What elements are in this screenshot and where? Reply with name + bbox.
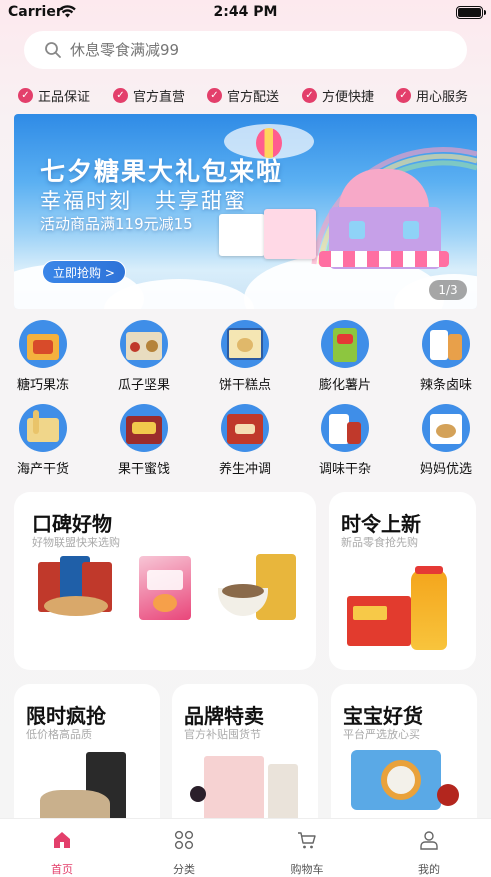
check-icon: ✓ <box>302 88 317 103</box>
guarantee-label: 官方直营 <box>133 90 186 105</box>
card-subtitle: 低价格高品质 <box>26 728 92 741</box>
tab-label: 购物车 <box>290 863 324 876</box>
card-subtitle: 新品零食抢先购 <box>341 536 418 549</box>
guarantee-row: ✓ 正品保证 ✓ 官方直营 ✓ 官方配送 ✓ 方便快捷 ✓ 用心服务 <box>0 86 491 106</box>
card-pinpai[interactable]: 品牌特卖 官方补贴囤货节 <box>172 684 318 834</box>
health-drink-icon <box>221 404 269 452</box>
nuts-icon <box>120 320 168 368</box>
product-image <box>218 554 300 624</box>
tab-cart[interactable]: 购物车 <box>267 819 347 877</box>
candy-house-illustration <box>319 169 449 279</box>
search-bar[interactable] <box>24 31 467 69</box>
category-label: 养生冲调 <box>218 462 271 477</box>
category-item[interactable]: 果干蜜饯 <box>104 404 184 477</box>
biscuit-icon <box>221 320 269 368</box>
guarantee-label: 方便快捷 <box>322 90 375 105</box>
category-label: 膨化薯片 <box>318 378 371 393</box>
category-item[interactable]: 饼干糕点 <box>205 320 285 393</box>
dried-fruit-icon <box>120 404 168 452</box>
check-icon: ✓ <box>396 88 411 103</box>
guarantee-label: 正品保证 <box>38 90 91 105</box>
check-icon: ✓ <box>18 88 33 103</box>
card-baobao[interactable]: 宝宝好货 平台严选放心买 <box>331 684 477 834</box>
card-shiling[interactable]: 时令上新 新品零食抢先购 <box>329 492 476 670</box>
buy-now-button[interactable]: 立即抢购 > <box>42 260 126 284</box>
card-title: 口碑好物 <box>32 512 112 536</box>
seafood-icon <box>19 404 67 452</box>
category-item[interactable]: 瓜子坚果 <box>104 320 184 393</box>
check-icon: ✓ <box>207 88 222 103</box>
category-item[interactable]: 海产干货 <box>3 404 83 477</box>
cart-icon <box>298 832 316 849</box>
guarantee-item: ✓ 正品保证 <box>18 86 90 105</box>
home-icon <box>54 832 70 848</box>
tab-label: 分类 <box>173 863 195 876</box>
tab-bar: 首页 分类 购物车 我的 <box>0 818 491 877</box>
gift-box-illustration <box>264 209 316 259</box>
category-label: 海产干货 <box>16 462 69 477</box>
card-title: 时令上新 <box>341 512 421 536</box>
category-item[interactable]: 妈妈优选 <box>406 404 486 477</box>
card-subtitle: 官方补贴囤货节 <box>184 728 261 741</box>
guarantee-item: ✓ 用心服务 <box>396 86 468 105</box>
seasoning-icon <box>321 404 369 452</box>
card-subtitle: 平台严选放心买 <box>343 728 420 741</box>
mom-choice-icon <box>422 404 470 452</box>
clock: 2:44 PM <box>213 4 278 20</box>
promo-banner[interactable]: 七夕糖果大礼包来啦 幸福时刻 共享甜蜜 活动商品满119元减15 立即抢购 > … <box>14 114 477 309</box>
category-label: 饼干糕点 <box>218 378 271 393</box>
banner-pager: 1/3 <box>429 280 467 300</box>
chips-icon <box>321 320 369 368</box>
product-image <box>139 556 191 620</box>
category-label: 辣条卤味 <box>419 378 472 393</box>
gift-box-illustration <box>219 214 265 256</box>
card-title: 宝宝好货 <box>343 704 423 728</box>
product-image <box>38 556 114 616</box>
category-label: 糖巧果冻 <box>16 378 69 393</box>
card-title: 限时疯抢 <box>26 704 106 728</box>
category-item[interactable]: 膨化薯片 <box>305 320 385 393</box>
candy-icon <box>19 320 67 368</box>
banner-promo: 活动商品满119元减15 <box>40 215 193 233</box>
category-item[interactable]: 调味干杂 <box>305 404 385 477</box>
banner-subtitle: 幸福时刻 共享甜蜜 <box>40 189 247 213</box>
tab-profile[interactable]: 我的 <box>389 819 469 877</box>
search-input[interactable] <box>70 31 450 69</box>
status-bar: Carrier 2:44 PM <box>0 0 491 26</box>
guarantee-item: ✓ 官方直营 <box>113 86 185 105</box>
category-item[interactable]: 养生冲调 <box>205 404 285 477</box>
guarantee-label: 官方配送 <box>227 90 280 105</box>
tab-home[interactable]: 首页 <box>22 819 102 877</box>
tab-label: 首页 <box>51 863 73 876</box>
guarantee-label: 用心服务 <box>416 90 469 105</box>
category-item[interactable]: 辣条卤味 <box>406 320 486 393</box>
card-title: 品牌特卖 <box>184 704 264 728</box>
battery-icon <box>456 6 486 19</box>
category-label: 瓜子坚果 <box>117 378 170 393</box>
tab-label: 我的 <box>418 863 440 876</box>
category-item[interactable]: 糖巧果冻 <box>3 320 83 393</box>
product-image <box>347 566 461 652</box>
card-xianshi[interactable]: 限时疯抢 低价格高品质 <box>14 684 160 834</box>
category-label: 调味干杂 <box>318 462 371 477</box>
profile-icon <box>420 831 438 850</box>
tab-category[interactable]: 分类 <box>144 819 224 877</box>
guarantee-item: ✓ 官方配送 <box>207 86 279 105</box>
search-icon <box>45 42 61 58</box>
card-koubei[interactable]: 口碑好物 好物联盟快来选购 <box>14 492 316 670</box>
category-label: 妈妈优选 <box>419 462 472 477</box>
category-icon <box>174 830 194 850</box>
guarantee-item: ✓ 方便快捷 <box>302 86 374 105</box>
spicy-strip-icon <box>422 320 470 368</box>
product-image <box>40 752 136 824</box>
product-image <box>190 756 300 822</box>
check-icon: ✓ <box>113 88 128 103</box>
product-image <box>351 750 459 820</box>
category-label: 果干蜜饯 <box>117 462 170 477</box>
card-subtitle: 好物联盟快来选购 <box>32 536 120 549</box>
banner-title: 七夕糖果大礼包来啦 <box>40 157 284 186</box>
